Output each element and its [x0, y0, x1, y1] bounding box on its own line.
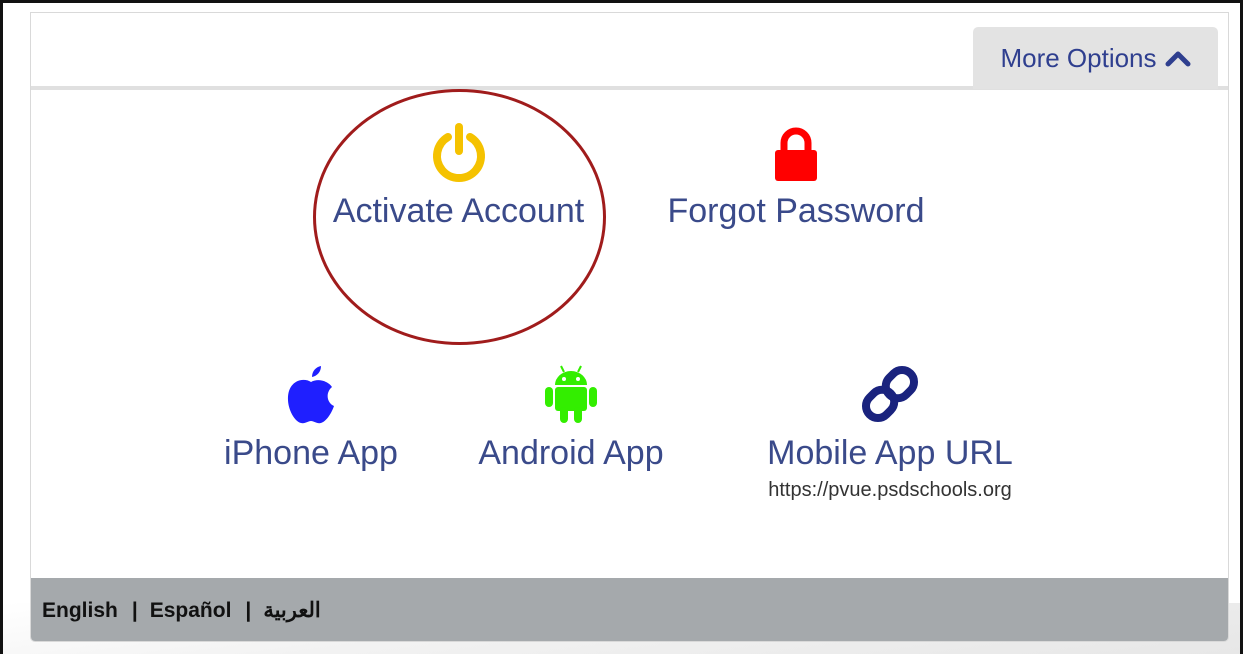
language-spanish[interactable]: Español: [150, 599, 232, 623]
login-options-panel: More Options Activate Account Forgot Pas…: [30, 12, 1229, 642]
activate-account-label: Activate Account: [332, 192, 585, 230]
power-icon: [432, 123, 485, 183]
activate-account-link[interactable]: Activate Account: [321, 123, 596, 231]
apple-icon: [287, 366, 334, 424]
language-english[interactable]: English: [42, 599, 118, 623]
android-icon: [545, 365, 597, 423]
lock-icon: [775, 127, 817, 181]
mobile-app-url-label: Mobile App URL: [767, 434, 1013, 472]
language-arabic[interactable]: العربية: [263, 598, 320, 623]
language-bar: English | Español | العربية: [31, 578, 1228, 641]
window-frame: More Options Activate Account Forgot Pas…: [0, 0, 1243, 654]
link-icon: [861, 365, 919, 423]
android-app-link[interactable]: Android App: [461, 365, 681, 473]
android-app-label: Android App: [478, 434, 664, 472]
language-separator: |: [245, 598, 252, 622]
mobile-app-url-link[interactable]: Mobile App URL https://pvue.psdschools.o…: [731, 365, 1049, 502]
iphone-app-link[interactable]: iPhone App: [211, 365, 411, 473]
chevron-up-icon: [1165, 51, 1191, 67]
more-options-label: More Options: [1000, 42, 1157, 73]
forgot-password-link[interactable]: Forgot Password: [656, 123, 936, 231]
mobile-app-url-address: https://pvue.psdschools.org: [768, 479, 1012, 501]
iphone-app-label: iPhone App: [224, 434, 398, 472]
more-options-tab[interactable]: More Options: [973, 27, 1218, 89]
forgot-password-label: Forgot Password: [667, 192, 925, 230]
language-separator: |: [131, 598, 138, 622]
